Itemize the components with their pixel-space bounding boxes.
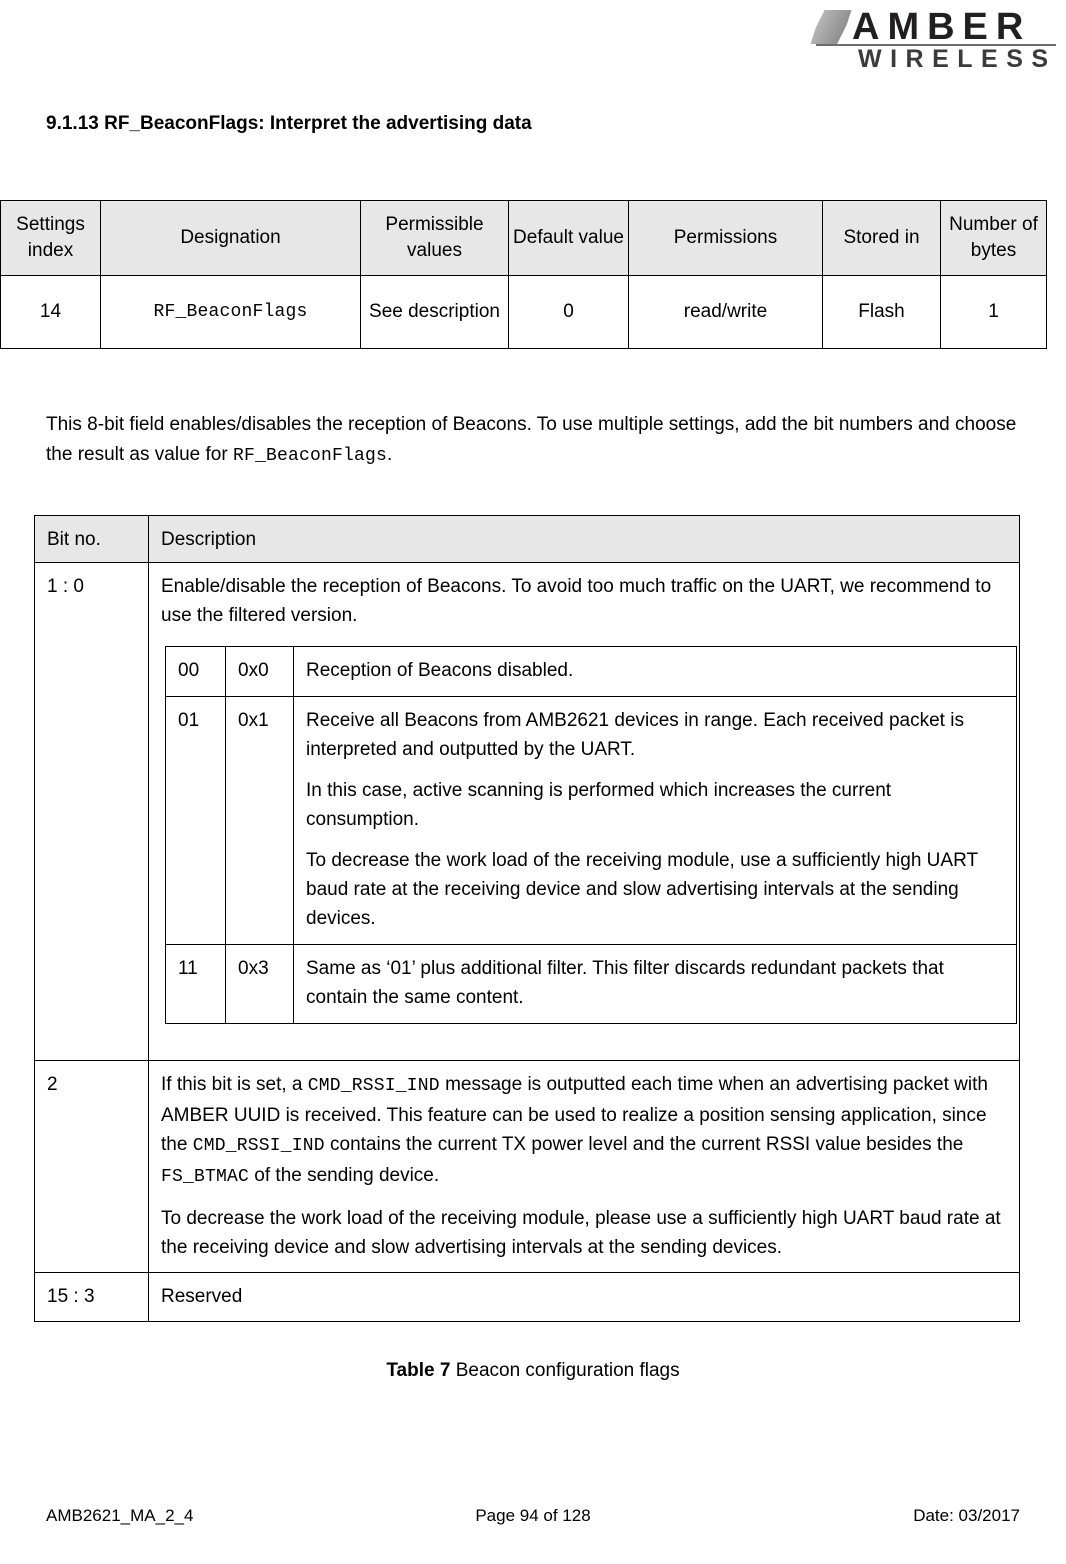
intro-paragraph: This 8-bit field enables/disables the re… bbox=[46, 410, 1021, 471]
document-page: AMBER WIRELESS 9.1.13 RF_BeaconFlags: In… bbox=[0, 0, 1066, 1564]
bit-values-subtable: 00 0x0 Reception of Beacons disabled. 01… bbox=[165, 646, 1017, 1024]
table-row: 00 0x0 Reception of Beacons disabled. bbox=[165, 646, 1017, 697]
bit2-text-c: contains the current TX power level and … bbox=[324, 1134, 964, 1155]
settings-table: Settings index Designation Permissible v… bbox=[0, 200, 1047, 349]
bit2-code-cmd-rssi-ind-2: CMD_RSSI_IND bbox=[192, 1136, 325, 1156]
cell-bit-description: Enable/disable the reception of Beacons.… bbox=[148, 562, 1020, 1061]
table-row: 14 RF_BeaconFlags See description 0 read… bbox=[0, 275, 1047, 349]
page-footer: AMB2621_MA_2_4 Page 94 of 128 Date: 03/2… bbox=[0, 1506, 1066, 1546]
cell-bit-description: If this bit is set, a CMD_RSSI_IND messa… bbox=[148, 1060, 1020, 1273]
intro-text-part1: This 8-bit field enables/disables the re… bbox=[46, 414, 1017, 465]
footer-page-number: Page 94 of 128 bbox=[475, 1506, 591, 1525]
table-row: 11 0x3 Same as ‘01’ plus additional filt… bbox=[165, 944, 1017, 1024]
intro-code-rf-beaconflags: RF_BeaconFlags bbox=[232, 446, 387, 466]
cell-value-hex: 0x1 bbox=[225, 696, 294, 945]
value-description-paragraph: Same as ‘01’ plus additional filter. Thi… bbox=[306, 958, 944, 1008]
bit-description-table: Bit no. Description 1 : 0 Enable/disable… bbox=[34, 515, 1020, 1322]
cell-settings-index: 14 bbox=[0, 275, 101, 349]
col-header-default-value: Default value bbox=[508, 200, 629, 276]
cell-value-description: Receive all Beacons from AMB2621 devices… bbox=[293, 696, 1017, 945]
logo-amber-text: AMBER bbox=[852, 6, 1032, 48]
bit2-code-fs-btmac: FS_BTMAC bbox=[161, 1167, 250, 1187]
value-description-paragraph: Reception of Beacons disabled. bbox=[306, 660, 574, 681]
bit-description-text: Enable/disable the reception of Beacons.… bbox=[161, 576, 992, 626]
cell-value-description: Same as ‘01’ plus additional filter. Thi… bbox=[293, 944, 1017, 1024]
intro-text-part2: . bbox=[386, 444, 393, 465]
table-row: 2 If this bit is set, a CMD_RSSI_IND mes… bbox=[34, 1060, 1020, 1273]
table-caption-text: Beacon configuration flags bbox=[450, 1360, 680, 1381]
section-heading: 9.1.13 RF_BeaconFlags: Interpret the adv… bbox=[46, 113, 532, 134]
col-header-description: Description bbox=[148, 515, 1020, 563]
value-description-paragraph: To decrease the work load of the receivi… bbox=[306, 850, 978, 929]
cell-permissible-values: See description bbox=[360, 275, 509, 349]
bit-description-paragraph: To decrease the work load of the receivi… bbox=[161, 1208, 1001, 1258]
bit-table-header-row: Bit no. Description bbox=[34, 515, 1020, 563]
col-header-settings-index: Settings index bbox=[0, 200, 101, 276]
col-header-stored-in: Stored in bbox=[822, 200, 941, 276]
page-header: AMBER WIRELESS bbox=[806, 6, 1058, 73]
bit2-text-a: If this bit is set, a bbox=[161, 1074, 308, 1095]
cell-designation: RF_BeaconFlags bbox=[100, 275, 361, 349]
cell-bit-no: 2 bbox=[34, 1060, 149, 1273]
col-header-number-of-bytes: Number of bytes bbox=[940, 200, 1047, 276]
cell-stored-in: Flash bbox=[822, 275, 941, 349]
col-header-permissions: Permissions bbox=[628, 200, 823, 276]
bit2-code-cmd-rssi-ind-1: CMD_RSSI_IND bbox=[307, 1076, 440, 1096]
cell-bit-no: 1 : 0 bbox=[34, 562, 149, 1061]
table-caption: Table 7 Beacon configuration flags bbox=[0, 1360, 1066, 1382]
cell-value-binary: 01 bbox=[165, 696, 226, 945]
table-caption-label: Table 7 bbox=[386, 1360, 451, 1381]
cell-value-description: Reception of Beacons disabled. bbox=[293, 646, 1017, 697]
cell-value-hex: 0x0 bbox=[225, 646, 294, 697]
cell-value-binary: 00 bbox=[165, 646, 226, 697]
table-row: 01 0x1 Receive all Beacons from AMB2621 … bbox=[165, 696, 1017, 945]
value-description-paragraph: In this case, active scanning is perform… bbox=[306, 780, 892, 830]
subtable-trailing-space bbox=[161, 1024, 1009, 1050]
col-header-permissible-values: Permissible values bbox=[360, 200, 509, 276]
cell-default-value: 0 bbox=[508, 275, 629, 349]
table-row: 15 : 3 Reserved bbox=[34, 1272, 1020, 1322]
col-header-designation: Designation bbox=[100, 200, 361, 276]
bit2-text-d: of the sending device. bbox=[249, 1165, 440, 1186]
cell-permissions: read/write bbox=[628, 275, 823, 349]
footer-date: Date: 03/2017 bbox=[913, 1506, 1020, 1525]
settings-table-header-row: Settings index Designation Permissible v… bbox=[0, 200, 1047, 276]
cell-number-of-bytes: 1 bbox=[940, 275, 1047, 349]
cell-value-hex: 0x3 bbox=[225, 944, 294, 1024]
cell-bit-description: Reserved bbox=[148, 1272, 1020, 1322]
value-description-paragraph: Receive all Beacons from AMB2621 devices… bbox=[306, 710, 964, 760]
cell-value-binary: 11 bbox=[165, 944, 226, 1024]
table-row: 1 : 0 Enable/disable the reception of Be… bbox=[34, 562, 1020, 1061]
bit-description-paragraph: If this bit is set, a CMD_RSSI_IND messa… bbox=[161, 1070, 1009, 1192]
logo-wireless-text: WIRELESS bbox=[858, 45, 1057, 73]
col-header-bit-no: Bit no. bbox=[34, 515, 149, 563]
logo-slash-icon bbox=[810, 10, 852, 44]
cell-bit-no: 15 : 3 bbox=[34, 1272, 149, 1322]
amber-wireless-logo: AMBER WIRELESS bbox=[806, 6, 1058, 73]
